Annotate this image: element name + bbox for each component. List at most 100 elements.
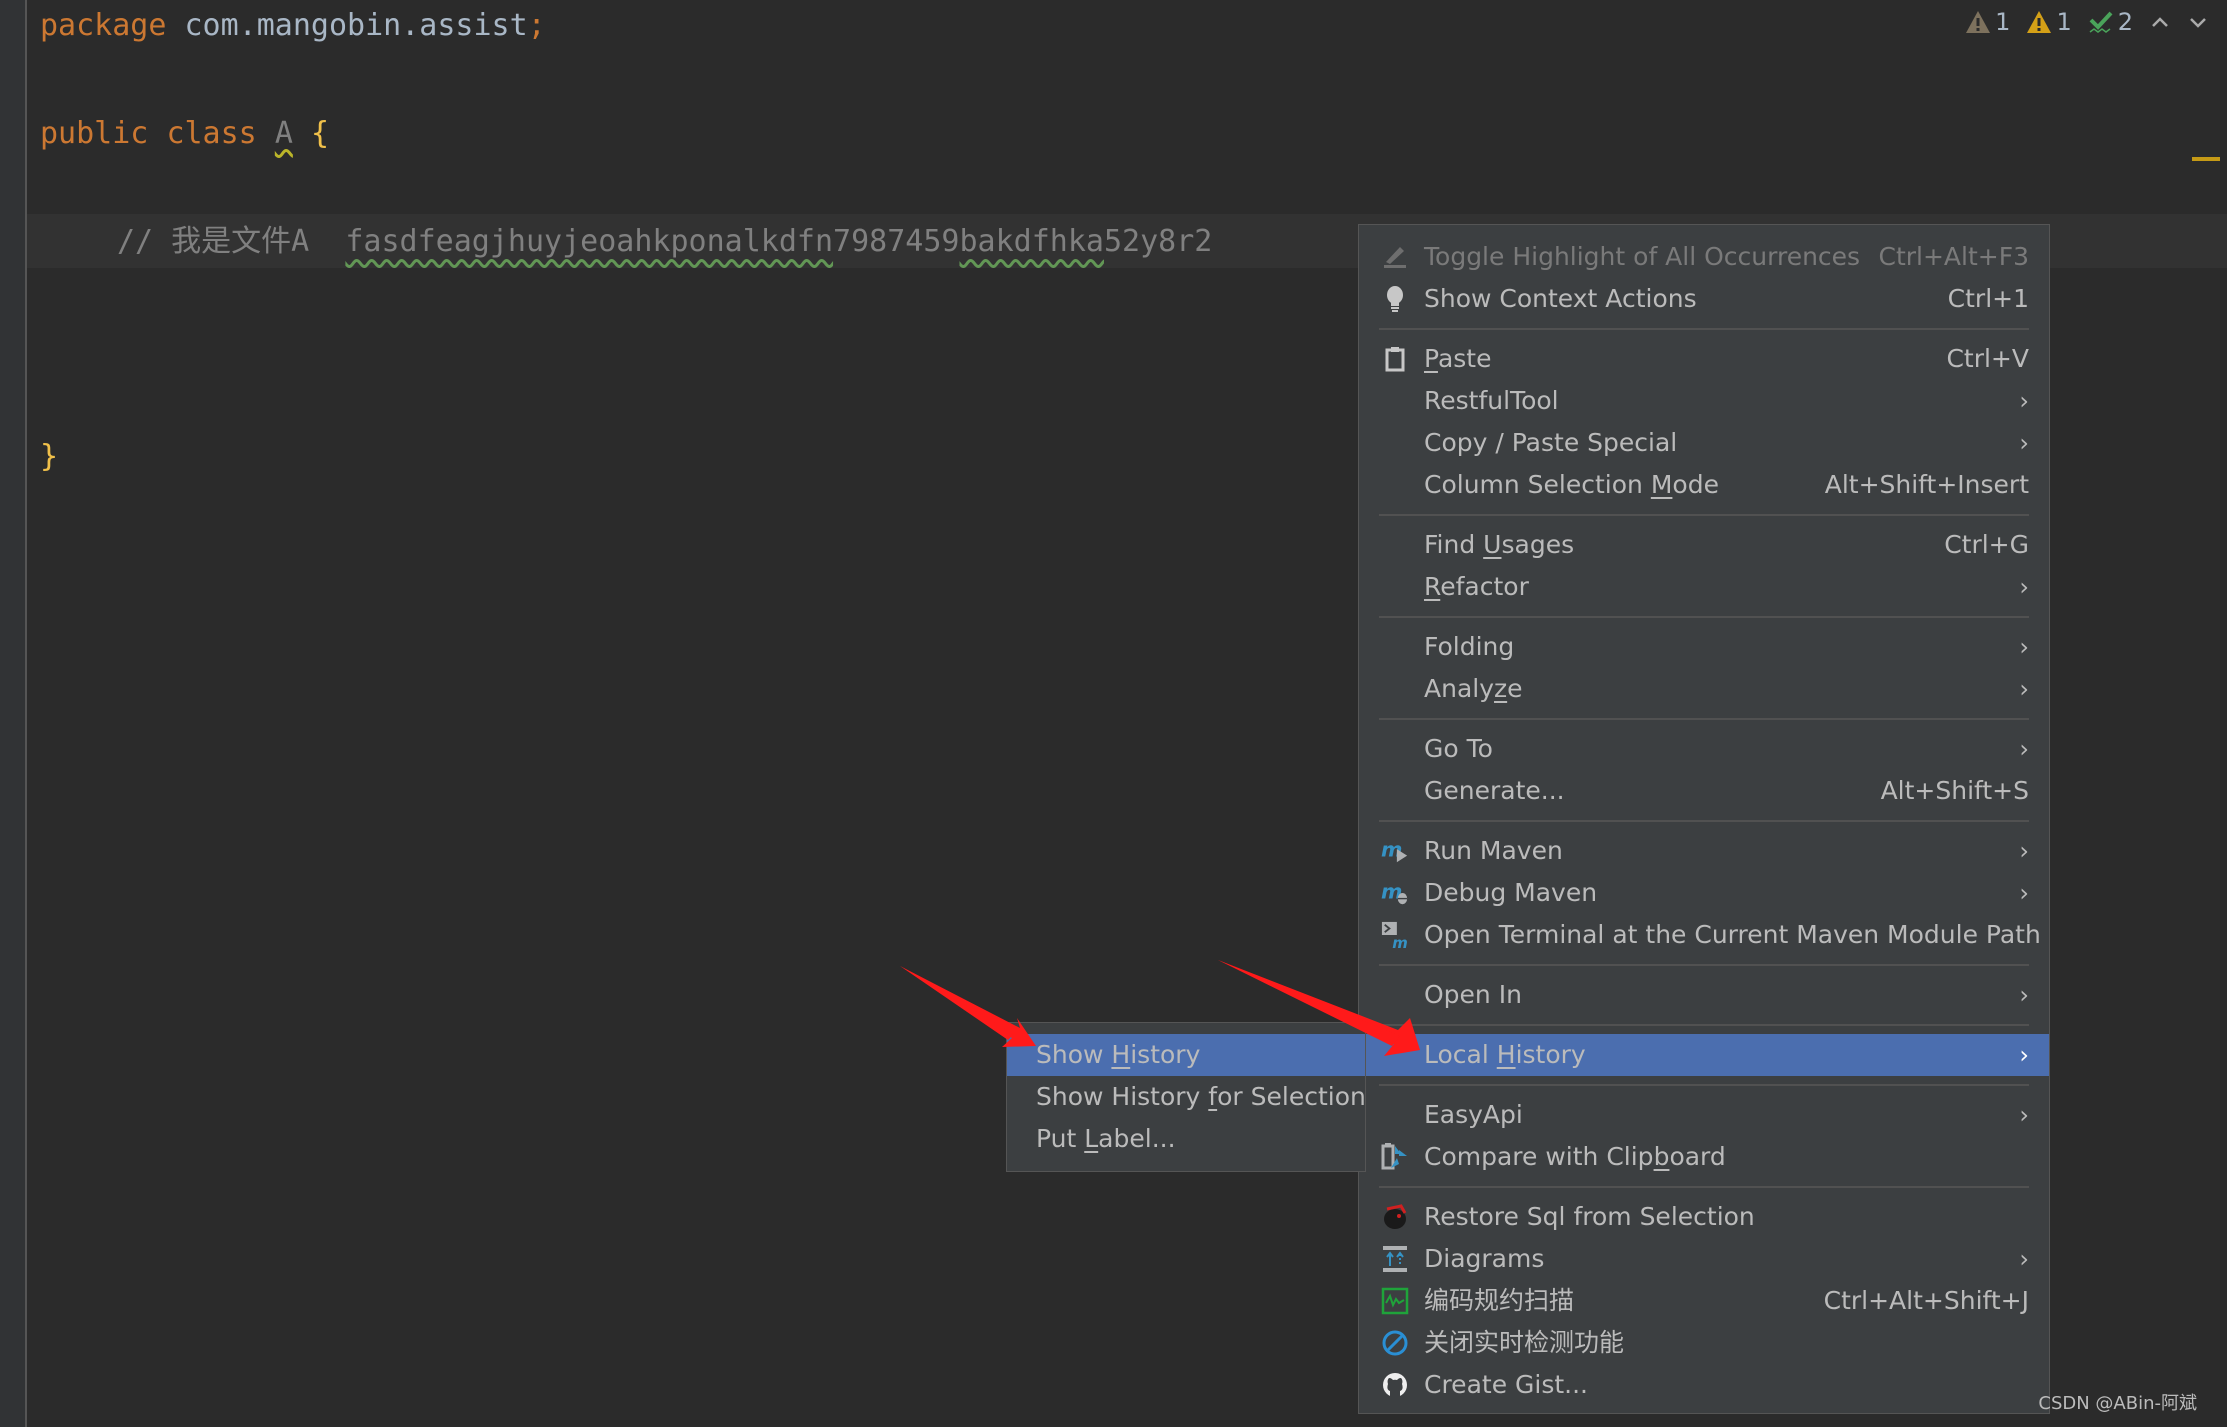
menu-item-label: Restore Sql from Selection	[1424, 1202, 1755, 1231]
menu-item-copy-paste-special[interactable]: Copy / Paste Special ›	[1359, 422, 2049, 464]
menu-item-find-usages[interactable]: Find Usages Ctrl+G	[1359, 524, 2049, 566]
code-line-close[interactable]: }	[40, 437, 58, 477]
lightbulb-icon	[1381, 285, 1409, 313]
comment-prefix: // 我是文件A	[117, 224, 346, 259]
menu-item-label: Put Label...	[1036, 1124, 1176, 1153]
menu-item-label: Copy / Paste Special	[1424, 428, 1678, 457]
menu-item-debug-maven[interactable]: m Debug Maven ›	[1359, 872, 2049, 914]
menu-item-label: EasyApi	[1424, 1100, 1523, 1129]
local-history-submenu: Show History Show History for Selection …	[1006, 1022, 1366, 1172]
menu-item-local-history[interactable]: Local History ›	[1359, 1034, 2049, 1076]
submenu-chevron-icon: ›	[2019, 735, 2029, 763]
maven-debug-icon: m	[1381, 879, 1409, 907]
menu-item-label: Go To	[1424, 734, 1493, 763]
menu-item-open-in[interactable]: Open In ›	[1359, 974, 2049, 1016]
menu-item-code-scan[interactable]: 编码规约扫描 Ctrl+Alt+Shift+J	[1359, 1280, 2049, 1322]
menu-item-restfultool[interactable]: RestfulTool ›	[1359, 380, 2049, 422]
submenu-chevron-icon: ›	[2019, 879, 2029, 907]
submenu-chevron-icon: ›	[2019, 387, 2029, 415]
menu-item-diagrams[interactable]: Diagrams ›	[1359, 1238, 2049, 1280]
open-brace: {	[310, 116, 329, 151]
menu-item-compare-clipboard[interactable]: Compare with Clipboard	[1359, 1136, 2049, 1178]
menu-item-shortcut: Ctrl+V	[1946, 344, 2029, 373]
menu-separator	[1379, 1024, 2029, 1026]
menu-item-label: Folding	[1424, 632, 1515, 661]
menu-item-label: Diagrams	[1424, 1244, 1545, 1273]
previous-highlight-icon[interactable]	[2149, 11, 2171, 33]
menu-item-run-maven[interactable]: m Run Maven ›	[1359, 830, 2049, 872]
code-line-class[interactable]: public class A {	[40, 114, 329, 154]
code-scan-icon	[1381, 1287, 1409, 1315]
menu-separator	[1379, 514, 2029, 516]
diagrams-icon	[1381, 1245, 1409, 1273]
submenu-chevron-icon: ›	[2019, 633, 2029, 661]
warning-count[interactable]: 1	[2026, 8, 2072, 36]
menu-item-label: Open Terminal at the Current Maven Modul…	[1424, 920, 2041, 949]
menu-item-paste[interactable]: Paste Ctrl+V	[1359, 338, 2049, 380]
editor-gutter	[0, 0, 25, 1427]
menu-item-label: Show Context Actions	[1424, 284, 1697, 313]
code-line-package[interactable]: package com.mangobin.assist;	[40, 6, 546, 46]
maven-terminal-icon: m	[1381, 921, 1409, 950]
menu-separator	[1379, 328, 2029, 330]
scrollbar-warning-marker[interactable]	[2192, 157, 2220, 161]
keyword-public: public	[40, 116, 149, 151]
menu-separator	[1379, 964, 2029, 966]
submenu-chevron-icon: ›	[2019, 837, 2029, 865]
menu-item-analyze[interactable]: Analyze ›	[1359, 668, 2049, 710]
menu-item-label: 关闭实时检测功能	[1424, 1328, 1625, 1357]
menu-item-label: Open In	[1424, 980, 1522, 1009]
menu-item-shortcut: Ctrl+Alt+Shift+J	[1823, 1286, 2029, 1315]
restore-sql-icon	[1381, 1203, 1409, 1231]
submenu-item-put-label[interactable]: Put Label...	[1007, 1118, 1365, 1160]
svg-text:m: m	[1392, 934, 1408, 950]
menu-item-open-terminal-maven[interactable]: m Open Terminal at the Current Maven Mod…	[1359, 914, 2049, 956]
menu-item-toggle-highlight[interactable]: Toggle Highlight of All Occurrences Ctrl…	[1359, 236, 2049, 278]
menu-item-create-gist[interactable]: Create Gist...	[1359, 1364, 2049, 1406]
menu-item-label: Column Selection Mode	[1424, 470, 1719, 499]
submenu-chevron-icon: ›	[2019, 1245, 2029, 1273]
weak-warning-number: 1	[1995, 8, 2011, 36]
weak-warning-count[interactable]: 1	[1965, 8, 2010, 36]
menu-item-go-to[interactable]: Go To ›	[1359, 728, 2049, 770]
menu-separator	[1379, 718, 2029, 720]
menu-item-shortcut: Ctrl+Alt+F3	[1878, 242, 2029, 271]
submenu-chevron-icon: ›	[2019, 981, 2029, 1009]
menu-separator	[1379, 1186, 2029, 1188]
menu-item-restore-sql[interactable]: Restore Sql from Selection	[1359, 1196, 2049, 1238]
menu-item-shortcut: Ctrl+G	[1944, 530, 2029, 559]
menu-item-folding[interactable]: Folding ›	[1359, 626, 2049, 668]
menu-item-label: Analyze	[1424, 674, 1523, 703]
editor-context-menu: Toggle Highlight of All Occurrences Ctrl…	[1358, 224, 2050, 1414]
submenu-item-show-history[interactable]: Show History	[1007, 1034, 1365, 1076]
comment-number: 7987459	[833, 224, 960, 259]
inspection-widget[interactable]: 1 1 2	[1965, 8, 2209, 36]
menu-item-generate[interactable]: Generate... Alt+Shift+S	[1359, 770, 2049, 812]
menu-item-shortcut: Alt+Shift+S	[1880, 776, 2029, 805]
menu-item-easyapi[interactable]: EasyApi ›	[1359, 1094, 2049, 1136]
menu-item-disable-realtime-check[interactable]: 关闭实时检测功能	[1359, 1322, 2049, 1364]
keyword-package: package	[40, 8, 167, 43]
next-highlight-icon[interactable]	[2187, 11, 2209, 33]
menu-item-label: Generate...	[1424, 776, 1565, 805]
comment-typo-word: fasdfeagjhuyjeoahkponalkdfn	[345, 224, 834, 259]
menu-item-show-context-actions[interactable]: Show Context Actions Ctrl+1	[1359, 278, 2049, 320]
menu-item-label: RestfulTool	[1424, 386, 1559, 415]
code-line-comment[interactable]: // 我是文件A fasdfeagjhuyjeoahkponalkdfn7987…	[117, 222, 1212, 262]
keyword-class: class	[166, 116, 257, 151]
menu-separator	[1379, 616, 2029, 618]
submenu-chevron-icon: ›	[2019, 1101, 2029, 1129]
typo-count[interactable]: 2	[2088, 8, 2133, 36]
menu-separator	[1379, 1084, 2029, 1086]
highlight-icon	[1381, 243, 1409, 271]
submenu-item-show-history-selection[interactable]: Show History for Selection	[1007, 1076, 1366, 1118]
menu-item-refactor[interactable]: Refactor ›	[1359, 566, 2049, 608]
package-name: com.mangobin.assist	[184, 8, 528, 43]
menu-item-label: 编码规约扫描	[1424, 1286, 1575, 1315]
menu-item-column-selection-mode[interactable]: Column Selection Mode Alt+Shift+Insert	[1359, 464, 2049, 506]
menu-item-label: Show History	[1036, 1040, 1201, 1069]
warning-icon	[2027, 11, 2052, 33]
comment-tail: 52y8r2	[1103, 224, 1213, 259]
menu-item-label: Create Gist...	[1424, 1370, 1589, 1399]
submenu-chevron-icon: ›	[2019, 573, 2029, 601]
